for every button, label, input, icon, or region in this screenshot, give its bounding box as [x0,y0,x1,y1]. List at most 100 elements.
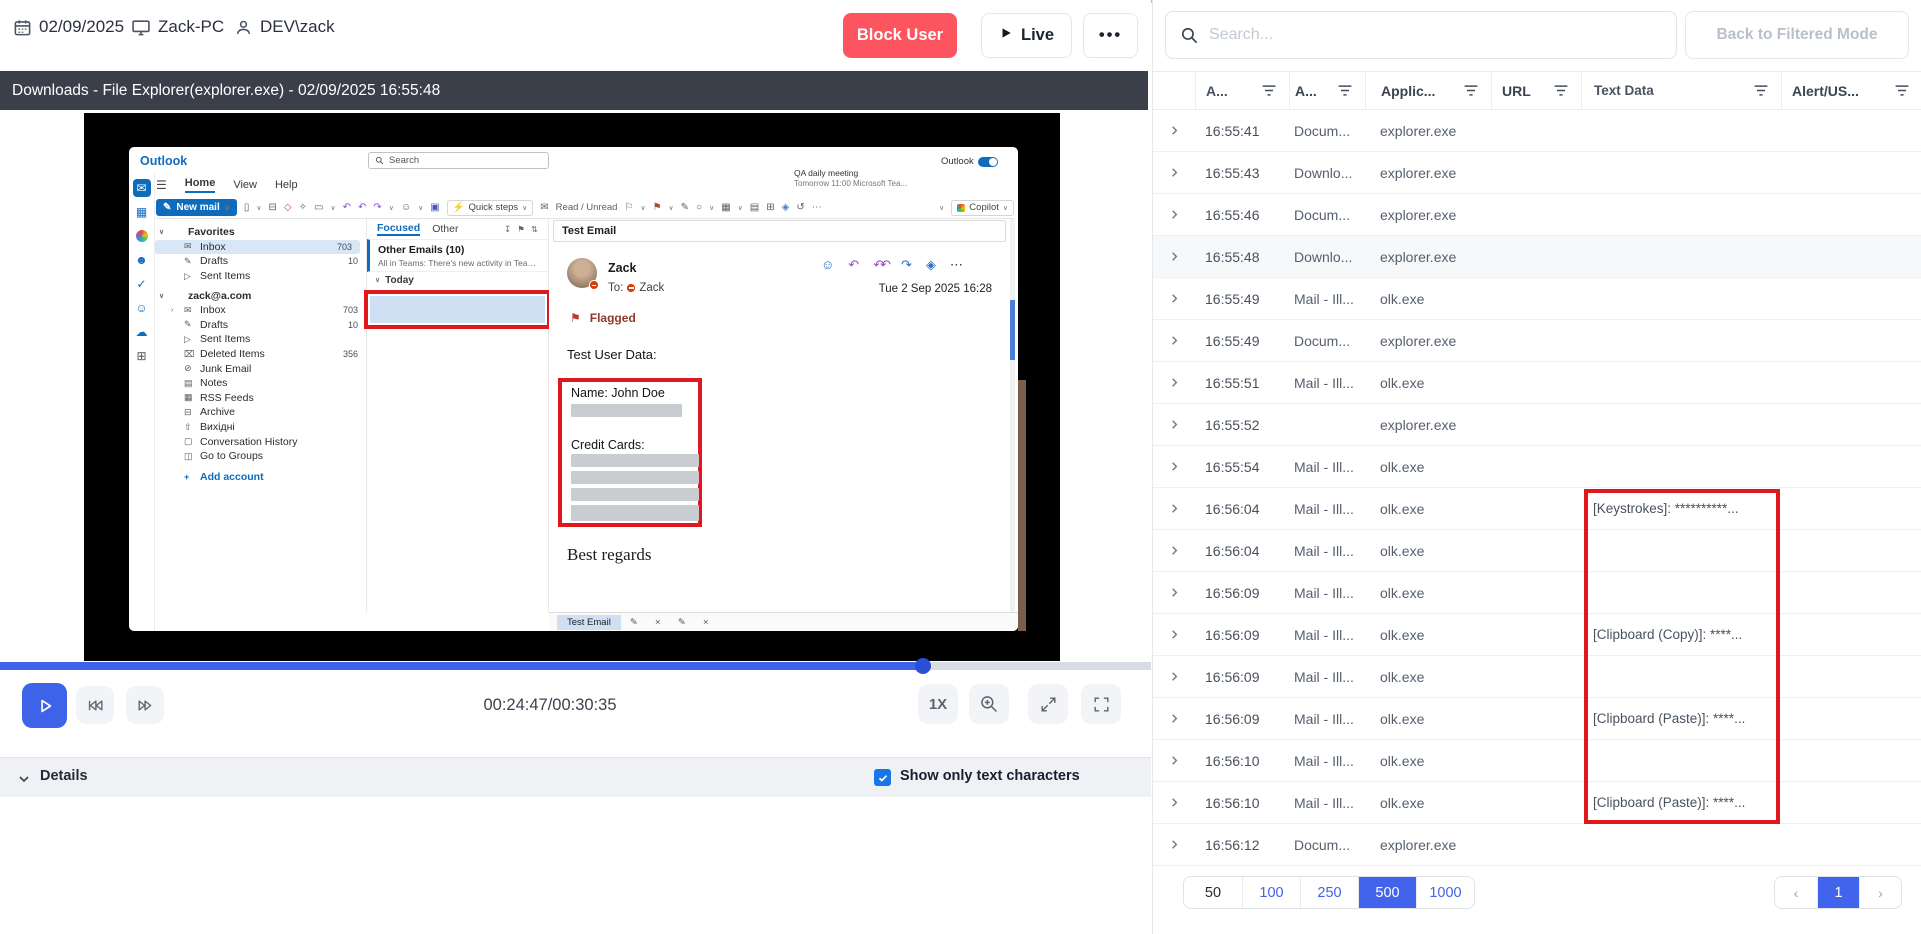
page-size-button[interactable]: 250 [1300,877,1358,908]
row-expander-icon[interactable] [1153,249,1195,264]
folder-icon: ✎ [184,319,195,330]
toggle-switch-icon [978,157,998,167]
table-row[interactable]: 16:56:12 Docum... explorer.exe [1153,824,1921,866]
user-text: DEV\zack [260,17,335,37]
outlook-ribbon-tabs: ☰ Home View Help [156,177,298,193]
row-expander-icon[interactable] [1153,795,1195,810]
row-expander-icon[interactable] [1153,207,1195,222]
row-expander-icon[interactable] [1153,711,1195,726]
more-options-button[interactable]: ••• [1083,13,1138,58]
reply-all-icon: ↶↶ [873,257,887,273]
user-icon [234,18,253,37]
pencil-icon: ✎ [623,617,645,628]
cell-activity-time: 16:55:48 [1195,249,1289,265]
row-expander-icon[interactable] [1153,333,1195,348]
block-user-button[interactable]: Block User [843,13,957,58]
tag-icon: ⚐ [624,202,633,213]
busy-status-icon [627,284,635,292]
row-expander-icon[interactable] [1153,459,1195,474]
previous-page-button[interactable]: ‹ [1775,877,1817,908]
table-row[interactable]: 16:55:49 Docum... explorer.exe [1153,320,1921,362]
page-size-button[interactable]: 1000 [1416,877,1474,908]
live-button[interactable]: Live [981,13,1072,58]
table-row[interactable]: 16:56:09 Mail - Ill... olk.exe [Clipboar… [1153,614,1921,656]
table-row[interactable]: 16:55:52 explorer.exe [1153,404,1921,446]
header-activity-time[interactable]: A... [1195,72,1289,109]
page-size-button[interactable]: 50 [1184,877,1242,908]
play-button[interactable] [22,683,67,728]
row-expander-icon[interactable] [1153,837,1195,852]
table-row[interactable]: 16:56:09 Mail - Ill... olk.exe [1153,572,1921,614]
folder-label: Add account [200,471,353,483]
session-player-app: 02/09/2025 Zack-PC DEV\zack Block User L… [0,0,1921,934]
rewind-button[interactable] [76,686,114,724]
row-expander-icon[interactable] [1153,627,1195,642]
table-row[interactable]: 16:56:09 Mail - Ill... olk.exe [1153,656,1921,698]
header-url[interactable]: URL [1491,72,1581,109]
details-toggle[interactable]: Details [40,768,88,784]
table-row[interactable]: 16:55:41 Docum... explorer.exe [1153,110,1921,152]
row-expander-icon[interactable] [1153,417,1195,432]
cell-app: Mail - Ill... [1289,585,1365,601]
cell-application: explorer.exe [1365,333,1491,349]
folder-label: Archive [200,406,353,418]
table-row[interactable]: 16:55:51 Mail - Ill... olk.exe [1153,362,1921,404]
row-expander-icon[interactable] [1153,291,1195,306]
seek-bar[interactable] [0,662,1151,670]
move-down-icon: ↧ [504,224,511,235]
table-row[interactable]: 16:55:49 Mail - Ill... olk.exe [1153,278,1921,320]
folder-item: ✎ Drafts 10 [155,318,366,333]
chevron-down-icon: ∨ [640,204,645,212]
recipient-line: To: Zack [608,282,664,294]
row-expander-icon[interactable] [1153,753,1195,768]
sort-icon: ⇅ [531,224,538,235]
next-page-button[interactable]: › [1859,877,1901,908]
row-expander-icon[interactable] [1153,669,1195,684]
seek-handle[interactable] [915,658,931,674]
table-row[interactable]: 16:55:43 Downlo... explorer.exe [1153,152,1921,194]
folder-item: ▷ Sent Items [155,269,366,284]
row-expander-icon[interactable] [1153,585,1195,600]
more-icon: ⋯ [950,257,963,273]
header-text-data[interactable]: Text Data [1581,72,1781,109]
table-row[interactable]: 16:55:46 Docum... explorer.exe [1153,194,1921,236]
page-size-button[interactable]: 500 [1358,877,1416,908]
chevron-down-icon[interactable] [16,771,32,792]
row-expander-icon[interactable] [1153,123,1195,138]
table-row[interactable]: 16:56:04 Mail - Ill... olk.exe [Keystrok… [1153,488,1921,530]
filter-icon [1753,84,1769,97]
row-expander-icon[interactable] [1153,165,1195,180]
page-size-button[interactable]: 100 [1242,877,1300,908]
folder-caret-icon: › [171,307,179,314]
fullscreen-button[interactable] [1081,684,1121,724]
header-alert-usb[interactable]: Alert/US... [1781,72,1921,109]
row-expander-icon[interactable] [1153,501,1195,516]
table-row[interactable]: 16:56:04 Mail - Ill... olk.exe [1153,530,1921,572]
video-frame[interactable]: Outlook Search QA daily meeting Tomorrow… [84,113,1060,661]
table-row[interactable]: 16:56:10 Mail - Ill... olk.exe [1153,740,1921,782]
cell-application: olk.exe [1365,795,1491,811]
table-row[interactable]: 16:56:09 Mail - Ill... olk.exe [Clipboar… [1153,698,1921,740]
header-application[interactable]: Applic... [1365,72,1491,109]
table-row[interactable]: 16:55:54 Mail - Ill... olk.exe [1153,446,1921,488]
chevron-down-icon: ∨ [256,204,261,212]
speed-button[interactable]: 1X [918,684,958,724]
header-app[interactable]: A... [1289,72,1365,109]
rewind-icon [86,696,105,715]
table-row[interactable]: 16:56:10 Mail - Ill... olk.exe [Clipboar… [1153,782,1921,824]
row-expander-icon[interactable] [1153,543,1195,558]
flag-icon: ⚑ [570,311,581,325]
cell-activity-time: 16:56:04 [1195,543,1289,559]
fast-forward-button[interactable] [126,686,164,724]
row-expander-icon[interactable] [1153,375,1195,390]
events-search-box[interactable] [1165,11,1677,59]
zoom-in-button[interactable] [969,684,1009,724]
resize-button[interactable] [1028,684,1068,724]
search-input[interactable] [1209,26,1662,44]
show-only-text-checkbox[interactable] [874,769,891,786]
table-row[interactable]: 16:55:48 Downlo... explorer.exe [1153,236,1921,278]
back-to-filtered-mode-button[interactable]: Back to Filtered Mode [1685,11,1909,59]
current-page-button[interactable]: 1 [1817,877,1859,908]
folder-item: ∨ zack@a.com [155,288,366,303]
folder-item: ▤ Notes [155,376,366,391]
